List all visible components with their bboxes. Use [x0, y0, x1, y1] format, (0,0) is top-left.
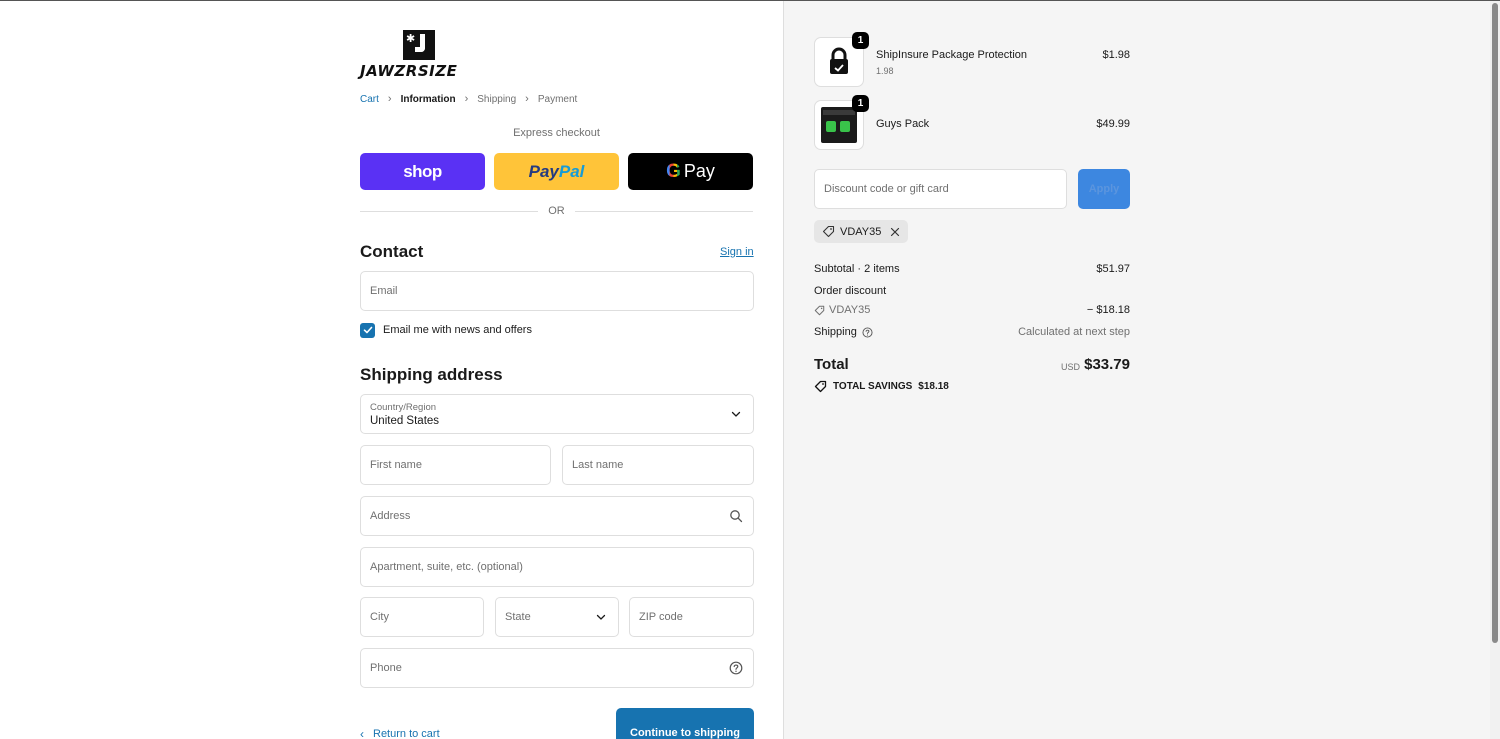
- checkmark-icon: [363, 326, 372, 334]
- applied-discount-chip: VDAY35: [814, 220, 909, 243]
- line-item: 1 Guys Pack $49.99: [814, 95, 1130, 150]
- apply-label: Apply: [1088, 183, 1120, 195]
- last-name-field[interactable]: Last name: [562, 445, 754, 485]
- item-name: Guys Pack: [876, 118, 930, 130]
- discount-code-label: VDAY35: [829, 304, 871, 316]
- chevron-down-icon: [731, 411, 741, 417]
- express-checkout-label: Express checkout: [513, 127, 600, 139]
- chevron-right-icon: ›: [525, 93, 529, 105]
- shipping-label: Shipping: [814, 326, 857, 338]
- or-divider: OR: [360, 205, 753, 219]
- discount-code-input[interactable]: Discount code or gift card: [814, 169, 1067, 209]
- city-field[interactable]: City: [360, 597, 484, 637]
- chevron-down-icon: [596, 614, 606, 620]
- subtotal-value: $51.97: [1096, 263, 1130, 275]
- state-placeholder: State: [505, 611, 531, 623]
- discount-placeholder: Discount code or gift card: [824, 183, 949, 195]
- apply-discount-button[interactable]: Apply: [1078, 169, 1130, 209]
- continue-label: Continue to shipping: [630, 727, 740, 739]
- quantity-badge: 1: [852, 32, 869, 49]
- order-discount-row: Order discount: [814, 285, 1130, 299]
- help-circle-icon[interactable]: [729, 661, 743, 675]
- subtotal-label: Subtotal · 2 items: [814, 263, 900, 275]
- subtotal-row: Subtotal · 2 items $51.97: [814, 263, 1130, 277]
- address-field[interactable]: Address: [360, 496, 754, 536]
- address-placeholder: Address: [370, 510, 411, 522]
- phone-placeholder: Phone: [370, 662, 402, 674]
- first-name-placeholder: First name: [370, 459, 422, 471]
- item-name: ShipInsure Package Protection: [876, 49, 1028, 61]
- brand-logo[interactable]: ✱ JAWZRSIZE: [360, 30, 480, 80]
- total-currency: USD: [1061, 362, 1081, 372]
- country-value: United States: [370, 415, 440, 427]
- google-g-icon: G: [666, 160, 681, 182]
- zip-field[interactable]: ZIP code: [629, 597, 754, 637]
- total-value: $33.79: [1084, 356, 1130, 373]
- applied-code: VDAY35: [840, 225, 882, 238]
- google-pay-button[interactable]: G Pay: [628, 153, 753, 190]
- logo-mark-icon: ✱: [403, 30, 435, 60]
- email-placeholder: Email: [370, 285, 398, 297]
- shipping-row: Shipping Calculated at next step: [814, 326, 1130, 340]
- paypal-label-pal: Pal: [558, 161, 585, 181]
- line-item: 1 ShipInsure Package Protection 1.98 $1.…: [814, 32, 1130, 87]
- apartment-placeholder: Apartment, suite, etc. (optional): [370, 561, 523, 573]
- last-name-placeholder: Last name: [572, 459, 624, 471]
- breadcrumb-payment: Payment: [537, 93, 578, 105]
- tag-icon: [814, 380, 827, 393]
- email-field[interactable]: Email: [360, 271, 754, 311]
- apartment-field[interactable]: Apartment, suite, etc. (optional): [360, 547, 754, 587]
- discount-value: − $18.18: [1086, 304, 1130, 316]
- help-circle-icon[interactable]: [862, 326, 873, 338]
- newsletter-checkbox[interactable]: [360, 322, 375, 338]
- item-price: $1.98: [1102, 49, 1130, 61]
- state-select[interactable]: State: [495, 597, 619, 637]
- continue-to-shipping-button[interactable]: Continue to shipping: [616, 708, 754, 739]
- breadcrumb-shipping: Shipping: [477, 93, 517, 105]
- breadcrumb-cart[interactable]: Cart: [360, 94, 379, 105]
- chevron-left-icon: ‹: [360, 727, 364, 739]
- contact-title: Contact: [360, 242, 424, 261]
- newsletter-checkbox-row[interactable]: Email me with news and offers: [360, 322, 532, 338]
- chevron-right-icon: ›: [464, 93, 469, 105]
- shipping-value: Calculated at next step: [1018, 326, 1130, 338]
- breadcrumb-information: Information: [400, 93, 456, 105]
- city-placeholder: City: [370, 611, 389, 623]
- first-name-field[interactable]: First name: [360, 445, 551, 485]
- paypal-button[interactable]: Pay Pal: [494, 153, 619, 190]
- search-icon: [730, 510, 743, 523]
- total-label: Total: [814, 356, 849, 373]
- phone-field[interactable]: Phone: [360, 648, 754, 688]
- remove-discount-icon[interactable]: [890, 227, 900, 237]
- tag-icon: [822, 225, 835, 238]
- sign-in-link[interactable]: Sign in: [720, 246, 754, 258]
- total-savings: TOTAL SAVINGS $18.18: [814, 380, 949, 393]
- quantity-badge: 1: [852, 95, 869, 112]
- newsletter-label: Email me with news and offers: [383, 324, 532, 336]
- google-pay-label: Pay: [683, 161, 715, 181]
- tag-icon: [814, 305, 825, 315]
- savings-label: TOTAL SAVINGS: [833, 381, 913, 392]
- return-to-cart-link[interactable]: ‹ Return to cart: [360, 727, 440, 739]
- item-variant: 1.98: [876, 66, 894, 76]
- breadcrumb: Cart › Information › Shipping › Payment: [360, 92, 577, 106]
- item-price: $49.99: [1096, 118, 1130, 130]
- country-label: Country/Region: [370, 402, 437, 413]
- return-to-cart-label: Return to cart: [373, 728, 440, 739]
- shipping-address-title: Shipping address: [360, 365, 503, 384]
- zip-placeholder: ZIP code: [639, 611, 683, 623]
- chevron-right-icon: ›: [387, 93, 392, 105]
- page-scrollbar[interactable]: [1490, 1, 1500, 739]
- scrollbar-thumb[interactable]: [1492, 3, 1498, 643]
- shop-pay-label: shop: [403, 161, 442, 181]
- country-select[interactable]: Country/Region United States: [360, 394, 754, 434]
- savings-value: $18.18: [918, 381, 949, 392]
- order-discount-label: Order discount: [814, 285, 887, 297]
- brand-name: JAWZRSIZE: [360, 62, 458, 80]
- discount-code-row: VDAY35 − $18.18: [814, 304, 1130, 318]
- paypal-label-pay: Pay: [528, 161, 559, 181]
- shop-pay-button[interactable]: shop: [360, 153, 485, 190]
